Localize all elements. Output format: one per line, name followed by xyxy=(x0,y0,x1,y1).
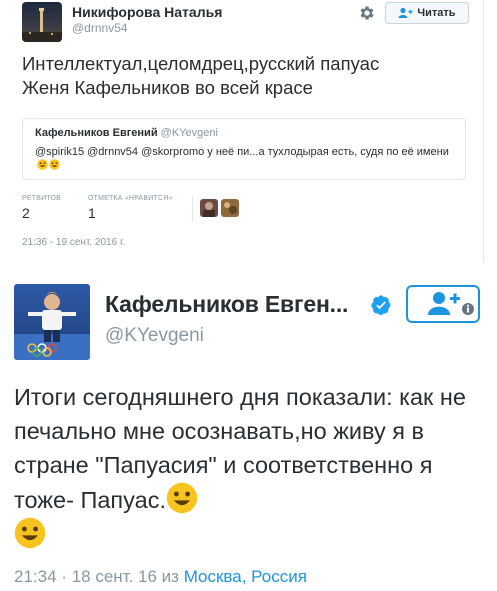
author-handle[interactable]: @drnnv54 xyxy=(72,21,128,35)
tweet-text: Интеллектуал,целомдрец,русский папуас Же… xyxy=(22,52,472,100)
tweet-location-link[interactable]: Москва, Россия xyxy=(184,567,307,586)
liker-avatar[interactable] xyxy=(200,199,218,217)
tweet-text-body: Итоги сегодняшнего дня показали: как не … xyxy=(14,384,466,513)
likes-count[interactable]: 1 xyxy=(88,205,96,221)
tweet-time[interactable]: 21:34 xyxy=(14,567,57,586)
author-handle[interactable]: @KYevgeni xyxy=(105,325,204,347)
retweets-count[interactable]: 2 xyxy=(22,205,30,221)
likes-label: ОТМЕТКА «НРАВИТСЯ» xyxy=(88,195,173,202)
retweets-label: РЕТВИТОВ xyxy=(22,195,61,202)
quoted-text-body: @spirik15 @drnnv54 @skorpromo у неё пи..… xyxy=(35,146,449,158)
follow-user-icon xyxy=(398,7,413,18)
tweet-date[interactable]: 18 сент. 16 xyxy=(72,567,157,586)
quoted-author-handle: @KYevgeni xyxy=(160,127,218,139)
smile-emoji xyxy=(49,159,60,170)
follow-user-icon xyxy=(428,292,474,315)
separator xyxy=(0,262,497,272)
tweet-timestamp[interactable]: 21:36 - 19 сент. 2016 г. xyxy=(22,237,125,248)
tweet-card-top: Никифорова Наталья @drnnv54 Читать Интел… xyxy=(0,0,484,262)
from-word: из xyxy=(161,567,179,586)
follow-button[interactable]: Читать xyxy=(385,2,469,24)
gear-icon[interactable] xyxy=(358,4,376,22)
quoted-author: Кафельников Евгений @KYevgeni xyxy=(35,127,218,139)
tweet-timestamp: 21:34 · 18 сент. 16 из Москва, Россия xyxy=(14,567,307,587)
dot-separator: · xyxy=(61,567,67,586)
author-name[interactable]: Никифорова Наталья xyxy=(72,4,222,20)
quoted-tweet[interactable]: Кафельников Евгений @KYevgeni @spirik15 … xyxy=(22,118,466,180)
author-avatar[interactable] xyxy=(22,2,62,42)
author-name[interactable]: Кафельников Евген... xyxy=(105,291,348,318)
tweet-text-line: Интеллектуал,целомдрец,русский папуас xyxy=(22,53,380,74)
stats-divider xyxy=(192,196,193,222)
smile-emoji xyxy=(37,159,48,170)
tweet-text: Итоги сегодняшнего дня показали: как не … xyxy=(14,380,486,552)
liker-avatar[interactable] xyxy=(221,199,239,217)
tweet-text-line: Женя Кафельников во всей красе xyxy=(22,77,313,98)
quoted-text: @spirik15 @drnnv54 @skorpromo у неё пи..… xyxy=(35,145,455,173)
verified-badge-icon xyxy=(370,294,392,316)
smile-emoji xyxy=(166,482,198,514)
follow-button-label: Читать xyxy=(417,7,456,19)
author-avatar[interactable] xyxy=(14,284,90,360)
quoted-author-name: Кафельников Евгений xyxy=(35,127,158,139)
smile-emoji xyxy=(14,517,46,549)
follow-button[interactable] xyxy=(406,285,480,323)
